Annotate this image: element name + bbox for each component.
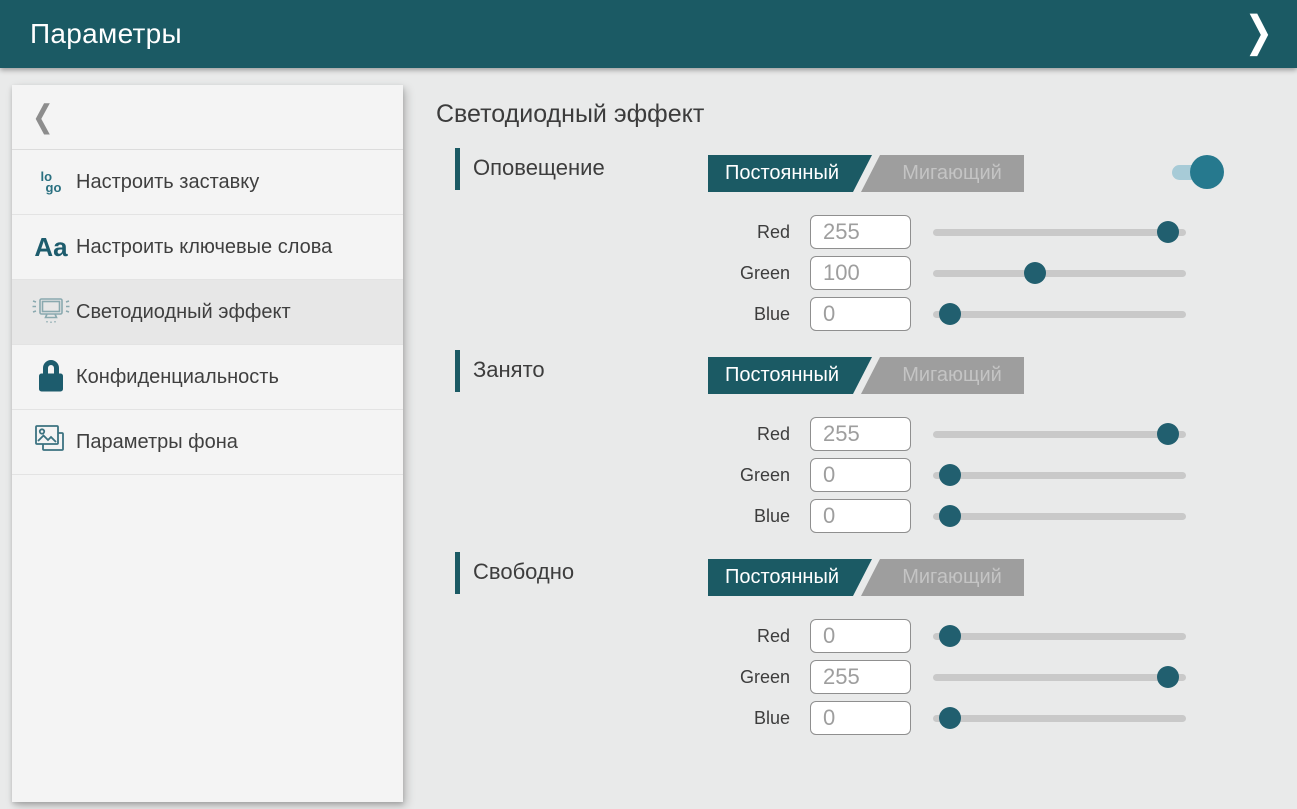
slider-thumb[interactable]: [1157, 666, 1179, 688]
mode-toggle: Мигающий Постоянный: [708, 559, 1024, 596]
slider-thumb[interactable]: [1024, 262, 1046, 284]
sidebar-item[interactable]: Параметры фона: [12, 410, 403, 475]
mode-toggle: Мигающий Постоянный: [708, 357, 1024, 394]
mode-option-solid[interactable]: Постоянный: [708, 155, 872, 192]
slider-track[interactable]: [933, 311, 1186, 318]
mode-option-solid[interactable]: Постоянный: [708, 559, 872, 596]
slider-thumb[interactable]: [939, 625, 961, 647]
channel-row: Green: [435, 458, 1297, 492]
channel-label: Red: [435, 619, 790, 653]
sidebar: ❮ logo Настроить заставку Aa Настроить к…: [12, 85, 403, 802]
forward-chevron-icon[interactable]: ❯: [1245, 7, 1274, 57]
channel-row: Red: [435, 417, 1297, 451]
led-effect-icon: [26, 295, 76, 329]
slider-track[interactable]: [933, 715, 1186, 722]
section-accent-bar: [455, 350, 460, 392]
channel-row: Blue: [435, 499, 1297, 533]
channel-value-input[interactable]: [810, 660, 911, 694]
sidebar-item[interactable]: Aa Настроить ключевые слова: [12, 215, 403, 280]
slider-thumb[interactable]: [1157, 423, 1179, 445]
section-name: Свободно: [473, 559, 574, 585]
slider-track[interactable]: [933, 270, 1186, 277]
section-accent-bar: [455, 552, 460, 594]
sidebar-item[interactable]: logo Настроить заставку: [12, 150, 403, 215]
channel-value-input[interactable]: [810, 499, 911, 533]
channel-slider: [933, 215, 1186, 249]
sidebar-item-label: Конфиденциальность: [76, 364, 279, 391]
channel-label: Red: [435, 417, 790, 451]
channel-slider: [933, 701, 1186, 735]
channel-value-input[interactable]: [810, 256, 911, 290]
channel-label: Green: [435, 256, 790, 290]
channel-value-input[interactable]: [810, 619, 911, 653]
channel-row: Red: [435, 215, 1297, 249]
slider-track[interactable]: [933, 513, 1186, 520]
keywords-icon: Aa: [26, 234, 76, 260]
section-name: Оповещение: [473, 155, 605, 181]
channel-slider: [933, 458, 1186, 492]
channel-value-input[interactable]: [810, 701, 911, 735]
led-section: Свободно Мигающий Постоянный Red Green B…: [435, 552, 1297, 754]
channel-slider: [933, 619, 1186, 653]
lock-icon: [26, 357, 76, 397]
channel-label: Green: [435, 660, 790, 694]
channel-label: Red: [435, 215, 790, 249]
slider-thumb[interactable]: [939, 707, 961, 729]
page-title: Параметры: [30, 18, 182, 50]
channel-value-input[interactable]: [810, 458, 911, 492]
slider-track[interactable]: [933, 633, 1186, 640]
main-title: Светодиодный эффект: [436, 100, 704, 129]
slider-track[interactable]: [933, 472, 1186, 479]
channel-value-input[interactable]: [810, 297, 911, 331]
mode-option-solid[interactable]: Постоянный: [708, 357, 872, 394]
slider-track[interactable]: [933, 674, 1186, 681]
channel-label: Blue: [435, 701, 790, 735]
sidebar-item-label: Светодиодный эффект: [76, 299, 291, 326]
channel-row: Green: [435, 660, 1297, 694]
channel-value-input[interactable]: [810, 215, 911, 249]
switch-knob[interactable]: [1190, 155, 1224, 189]
section-name: Занято: [473, 357, 545, 383]
channel-row: Blue: [435, 297, 1297, 331]
channel-label: Green: [435, 458, 790, 492]
slider-thumb[interactable]: [939, 505, 961, 527]
channel-value-input[interactable]: [810, 417, 911, 451]
background-icon: [26, 422, 76, 462]
channel-slider: [933, 256, 1186, 290]
slider-track[interactable]: [933, 229, 1186, 236]
channel-slider: [933, 417, 1186, 451]
channel-slider: [933, 660, 1186, 694]
sidebar-collapse-button[interactable]: ❮: [12, 85, 403, 150]
channel-label: Blue: [435, 499, 790, 533]
app-header: Параметры ❯: [0, 0, 1297, 68]
sidebar-item-label: Настроить заставку: [76, 169, 259, 196]
sidebar-menu: logo Настроить заставку Aa Настроить клю…: [12, 150, 403, 475]
led-section: Оповещение Мигающий Постоянный Red Green…: [435, 148, 1297, 350]
logo-icon: logo: [26, 171, 76, 193]
sidebar-item-label: Настроить ключевые слова: [76, 234, 332, 261]
sidebar-item-label: Параметры фона: [76, 429, 238, 456]
channel-slider: [933, 499, 1186, 533]
channel-row: Green: [435, 256, 1297, 290]
back-chevron-icon: ❮: [32, 98, 54, 135]
slider-thumb[interactable]: [939, 303, 961, 325]
channel-slider: [933, 297, 1186, 331]
channel-row: Red: [435, 619, 1297, 653]
mode-toggle: Мигающий Постоянный: [708, 155, 1024, 192]
slider-thumb[interactable]: [1157, 221, 1179, 243]
section-accent-bar: [455, 148, 460, 190]
sidebar-item[interactable]: Конфиденциальность: [12, 345, 403, 410]
channel-row: Blue: [435, 701, 1297, 735]
sidebar-item[interactable]: Светодиодный эффект: [12, 280, 403, 345]
slider-track[interactable]: [933, 431, 1186, 438]
slider-thumb[interactable]: [939, 464, 961, 486]
channel-label: Blue: [435, 297, 790, 331]
led-section: Занято Мигающий Постоянный Red Green Blu…: [435, 350, 1297, 552]
